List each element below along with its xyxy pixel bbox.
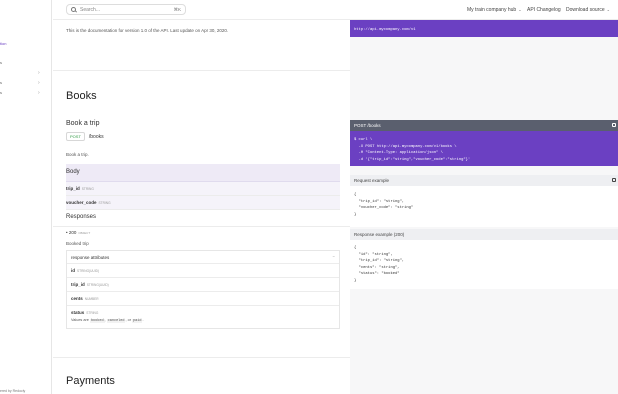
attribute-row: trip_id STRING(UUID) xyxy=(67,278,339,292)
request-example-label: Request example xyxy=(354,178,390,183)
body-label: Body xyxy=(66,169,80,175)
body-section-header: Body xyxy=(66,164,340,182)
attribute-row: id STRING(UUID) xyxy=(67,264,339,278)
endpoint-path: /books xyxy=(88,133,104,140)
response-example-label: Response example (200) xyxy=(354,232,405,237)
section-title-payments: Payments xyxy=(66,375,115,387)
enum-value: canceled xyxy=(106,319,126,323)
attribute-name: cents xyxy=(71,296,83,301)
endpoint: POST /books xyxy=(66,132,104,141)
server-url-block: http://api.mycompany.com/v1 xyxy=(350,20,618,37)
sidebar-item-stations[interactable]: s xyxy=(0,60,2,65)
nav-download-menu[interactable]: Download source ⌄ xyxy=(566,7,610,13)
status-type: OBJECT xyxy=(78,231,91,235)
enum-value: paid xyxy=(132,319,143,323)
sidebar-item-bookings[interactable]: s xyxy=(0,90,2,95)
param-type: STRING xyxy=(98,201,111,205)
code-line: } xyxy=(354,212,357,217)
copy-icon[interactable] xyxy=(612,123,616,127)
body-param-voucher-code: voucher_code STRING xyxy=(66,196,340,210)
operation-title: Book a trip xyxy=(66,120,100,127)
attribute-row: status STRING xyxy=(67,306,339,315)
top-navbar: Search... ⌘K My train company hub ⌄ API C… xyxy=(53,0,618,20)
request-example-header: Request example xyxy=(350,175,618,186)
collapse-icon[interactable]: − xyxy=(333,254,335,259)
attribute-type: STRING(UUID) xyxy=(86,283,109,287)
status-code: • 200 xyxy=(66,230,77,235)
divider xyxy=(53,226,350,227)
attribute-name: status xyxy=(71,310,85,315)
attribute-row: cents NUMBER xyxy=(67,292,339,306)
chevron-right-icon[interactable]: › xyxy=(38,80,40,86)
sidebar: tion s › s › s › ered by Redocly xyxy=(0,0,52,394)
response-attributes-toggle[interactable]: response attributes − xyxy=(67,251,339,264)
code-line: -d '{"trip_id":"string","voucher_code":"… xyxy=(354,157,471,162)
search-shortcut: ⌘K xyxy=(173,6,181,12)
nav-hub-menu[interactable]: My train company hub ⌄ xyxy=(467,7,522,13)
attribute-type: STRING xyxy=(86,311,99,315)
values-prefix: Values are xyxy=(71,318,89,322)
response-attributes-panel: response attributes − id STRING(UUID) tri… xyxy=(66,250,340,329)
chevron-down-icon: ⌄ xyxy=(518,7,522,12)
code-line: } xyxy=(354,278,357,283)
search-icon xyxy=(71,7,76,12)
attribute-type: STRING(UUID) xyxy=(77,269,99,273)
param-name: voucher_code xyxy=(66,200,97,205)
response-example: Response example (200) { "id": "string",… xyxy=(350,229,618,289)
copy-icon[interactable] xyxy=(612,178,616,182)
chevron-down-icon: ⌄ xyxy=(606,7,610,12)
section-divider xyxy=(53,357,350,358)
curl-header: POST /books xyxy=(350,120,618,131)
attribute-type: NUMBER xyxy=(84,297,99,301)
operation-description: Book a trip. xyxy=(66,152,89,157)
param-name: trip_id xyxy=(66,186,80,191)
response-description: Booked trip xyxy=(66,241,89,246)
chevron-right-icon[interactable]: › xyxy=(38,70,40,76)
search-input[interactable]: Search... xyxy=(80,7,173,13)
version-note: This is the documentation for version 1.… xyxy=(66,28,229,33)
code-panel: http://api.mycompany.com/v1 POST /books … xyxy=(350,20,618,394)
server-url[interactable]: http://api.mycompany.com/v1 xyxy=(350,27,618,34)
attribute-name: trip_id xyxy=(71,282,85,287)
response-example-header: Response example (200) xyxy=(350,229,618,240)
sidebar-item-trips[interactable]: s xyxy=(0,80,2,85)
sidebar-item-introduction[interactable]: tion xyxy=(0,41,6,46)
main-content: This is the documentation for version 1.… xyxy=(53,20,350,394)
section-title-books: Books xyxy=(66,90,97,102)
curl-example: POST /books $ curl \ -X POST http://api.… xyxy=(350,120,618,166)
param-type: STRING xyxy=(81,187,94,191)
responses-title: Responses xyxy=(66,214,97,220)
response-attributes-label: response attributes xyxy=(71,255,110,260)
chevron-right-icon[interactable]: › xyxy=(38,90,40,96)
search-box[interactable]: Search... ⌘K xyxy=(66,4,186,15)
body-param-trip-id: trip_id STRING xyxy=(66,182,340,196)
enum-value: booked xyxy=(89,319,105,323)
response-status-200[interactable]: • 200 OBJECT xyxy=(66,230,90,235)
request-example: Request example { "trip_id": "string", "… xyxy=(350,175,618,227)
curl-header-label: POST /books xyxy=(354,123,381,128)
nav-download-label: Download source xyxy=(566,7,605,13)
sidebar-footer[interactable]: ered by Redocly xyxy=(0,389,25,393)
method-badge: POST xyxy=(66,132,85,141)
attribute-name: id xyxy=(71,268,75,273)
enum-values: Values are booked, canceled, or paid. xyxy=(71,318,144,323)
nav-changelog-label: API Changelog xyxy=(527,7,561,13)
nav-hub-label: My train company hub xyxy=(467,7,517,13)
section-divider xyxy=(53,70,350,71)
nav-changelog-link[interactable]: API Changelog xyxy=(527,7,561,13)
